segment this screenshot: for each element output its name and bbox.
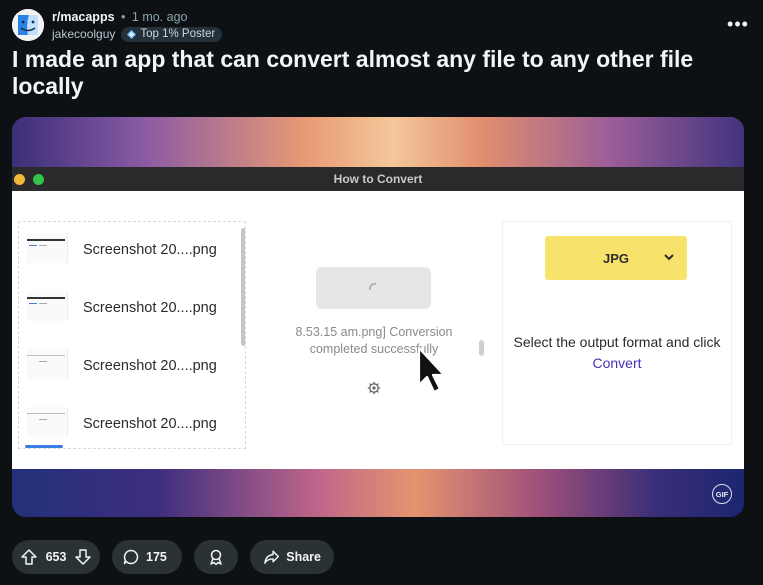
file-name: Screenshot 20....png: [83, 300, 217, 316]
comments-button[interactable]: 175: [112, 540, 182, 574]
post-title[interactable]: I made an app that can convert almost an…: [12, 46, 752, 100]
user-flair: Top 1% Poster: [121, 26, 223, 42]
vote-control: 653: [12, 540, 100, 574]
spinner-icon: [368, 283, 376, 291]
flair-badge-icon: [127, 29, 137, 39]
file-thumbnail: [27, 233, 68, 263]
output-format-select[interactable]: JPG: [545, 236, 687, 280]
more-options-button[interactable]: •••: [724, 13, 752, 35]
flair-text: Top 1% Poster: [140, 27, 216, 40]
list-scrollbar[interactable]: [241, 228, 245, 346]
share-button[interactable]: Share: [250, 540, 334, 574]
zoom-button[interactable]: [33, 174, 44, 185]
output-format-panel: JPG Select the output format and click C…: [502, 221, 732, 445]
vote-count: 653: [45, 550, 67, 564]
file-thumbnail: [27, 349, 68, 379]
gif-badge: GIF: [712, 484, 732, 504]
wallpaper-bottom: [12, 469, 744, 517]
author-link[interactable]: jakecoolguy: [52, 26, 115, 42]
file-item[interactable]: Screenshot 20....png: [19, 222, 234, 280]
upvote-icon[interactable]: [20, 548, 38, 566]
file-name: Screenshot 20....png: [83, 242, 217, 258]
downvote-icon[interactable]: [74, 548, 92, 566]
finder-avatar-icon: [12, 9, 44, 41]
award-icon: [210, 549, 222, 566]
window-title: How to Convert: [333, 172, 423, 186]
meta-separator: •: [121, 10, 126, 24]
app-window: How to Convert Screenshot 20....png Scre…: [12, 167, 744, 469]
status-scrollbar[interactable]: [479, 340, 484, 356]
subreddit-avatar[interactable]: [12, 9, 44, 41]
comment-count: 175: [146, 550, 167, 564]
file-name: Screenshot 20....png: [83, 358, 217, 374]
hint-prefix: Select the output format and click: [513, 334, 721, 350]
post-header: r/macapps • 1 mo. ago jakecoolguy Top 1%…: [12, 9, 752, 43]
file-thumbnail: [27, 407, 68, 437]
post-meta: r/macapps • 1 mo. ago jakecoolguy Top 1%…: [52, 9, 223, 42]
hint-convert-link[interactable]: Convert: [592, 355, 641, 371]
subreddit-link[interactable]: r/macapps: [52, 10, 115, 24]
award-button[interactable]: [194, 540, 238, 574]
settings-icon[interactable]: [367, 381, 381, 395]
share-label: Share: [286, 550, 321, 564]
file-list[interactable]: Screenshot 20....png Screenshot 20....pn…: [18, 221, 246, 449]
file-item[interactable]: Screenshot 20....png: [19, 338, 234, 396]
file-item[interactable]: Screenshot 20....png: [19, 280, 234, 338]
post-age: 1 mo. ago: [131, 10, 188, 24]
window-titlebar: How to Convert: [12, 167, 744, 191]
file-item[interactable]: Screenshot 20....png: [19, 396, 234, 448]
chevron-down-icon: [664, 254, 674, 261]
status-line-1: 8.53.15 am.png] Conversion: [295, 325, 453, 339]
minimize-button[interactable]: [14, 174, 25, 185]
output-hint: Select the output format and click Conve…: [503, 332, 731, 374]
convert-button[interactable]: [316, 267, 431, 309]
file-thumbnail: [27, 291, 68, 321]
post-action-bar: 653 175 Share: [12, 540, 346, 574]
file-name: Screenshot 20....png: [83, 416, 217, 432]
cursor-icon: [417, 346, 446, 394]
output-format-value: JPG: [602, 250, 629, 266]
post-media[interactable]: How to Convert Screenshot 20....png Scre…: [12, 117, 744, 517]
share-icon: [264, 550, 280, 564]
comment-icon: [123, 549, 139, 565]
list-progress-bar: [25, 445, 63, 448]
